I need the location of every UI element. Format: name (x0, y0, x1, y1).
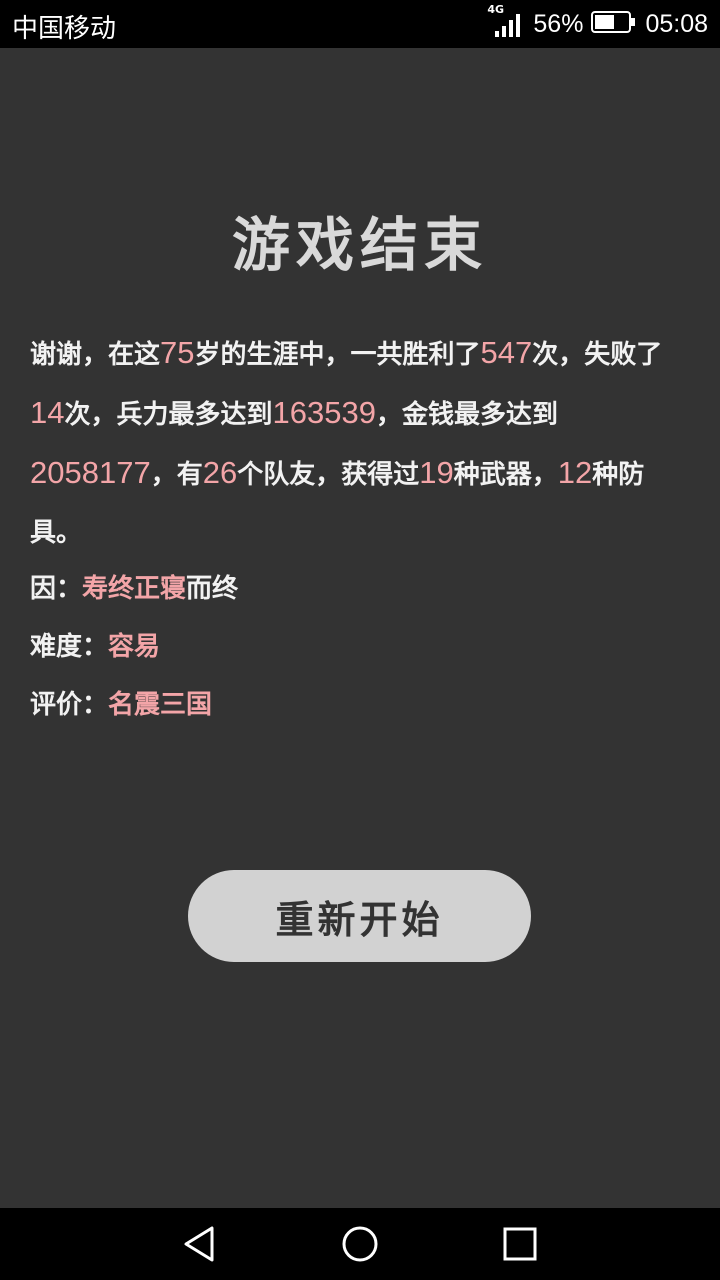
rating: 评价：名震三国 (30, 684, 212, 721)
cause-value: 寿终正寝 (82, 574, 187, 604)
wins-value: 547 (480, 335, 533, 370)
game-over-screen: 游戏结束 谢谢，在这75岁的生涯中，一共胜利了547次，失败了 14次，兵力最多达… (0, 48, 720, 1208)
armors-value: 12 (557, 455, 593, 490)
home-icon[interactable] (340, 1224, 380, 1264)
rating-label: 评价： (30, 690, 109, 720)
recents-icon[interactable] (500, 1224, 540, 1264)
rating-value: 名震三国 (108, 690, 213, 720)
battery-icon (591, 10, 637, 38)
status-indicators: 4G 56% 05:08 (487, 3, 708, 42)
carrier-name: 中国移动 (12, 14, 117, 44)
summary-text: 个队友，获得过 (237, 460, 420, 490)
losses-value: 14 (30, 395, 65, 430)
max-troops-value: 163539 (272, 395, 376, 430)
signal-icon: 4G (487, 3, 525, 41)
battery-percent: 56% (533, 9, 584, 38)
cause-label: 因： (30, 574, 83, 604)
difficulty-value: 容易 (108, 632, 161, 662)
max-money-value: 2058177 (30, 455, 151, 490)
summary-text: 次，兵力最多达到 (64, 400, 273, 430)
page-title: 游戏结束 (231, 211, 488, 279)
status-bar: 中国移动 4G 56% 05:08 (0, 0, 720, 48)
cause-of-death: 因：寿终正寝而终 (30, 568, 238, 605)
clock: 05:08 (645, 9, 708, 38)
cause-suffix: 而终 (186, 574, 239, 604)
career-summary: 谢谢，在这75岁的生涯中，一共胜利了547次，失败了 14次，兵力最多达到1635… (30, 324, 696, 562)
age-value: 75 (160, 335, 195, 370)
summary-text: 谢谢，在这 (30, 340, 161, 370)
summary-text: 次，失败了 (532, 340, 663, 370)
summary-text: ，有 (150, 460, 203, 490)
difficulty-label: 难度： (30, 632, 109, 662)
summary-text: ，金钱最多达到 (375, 400, 558, 430)
summary-text: 种武器， (453, 460, 558, 490)
navigation-bar (0, 1208, 720, 1280)
difficulty: 难度：容易 (30, 626, 160, 663)
summary-text: 岁的生涯中，一共胜利了 (194, 340, 481, 370)
weapons-value: 19 (419, 455, 454, 490)
back-icon[interactable] (180, 1224, 220, 1264)
teammates-value: 26 (202, 455, 238, 490)
restart-button[interactable]: 重新开始 (188, 870, 531, 962)
